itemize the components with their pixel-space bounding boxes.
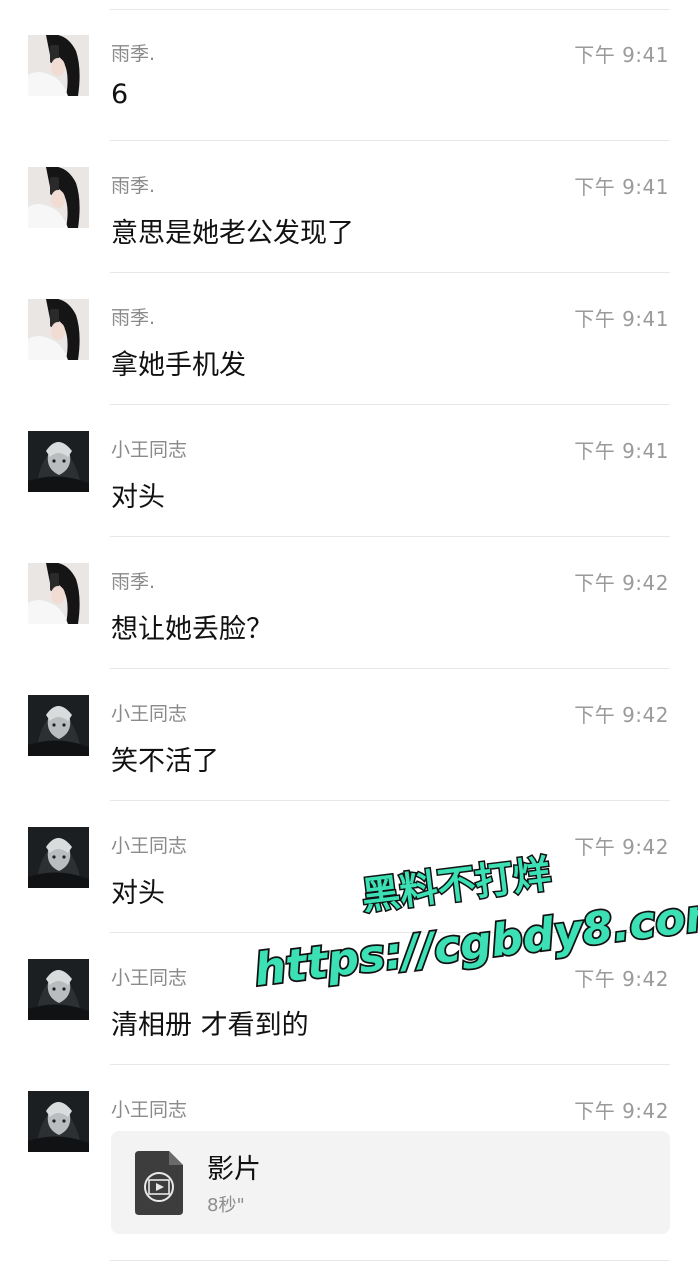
- message-text: 6: [111, 79, 129, 110]
- sender-name: 雨季.: [111, 43, 156, 65]
- sender-name: 小王同志: [111, 967, 188, 989]
- hood-avatar-icon: [28, 1091, 89, 1152]
- message-row[interactable]: 雨季. 下午 9:41 6: [0, 9, 698, 141]
- avatar[interactable]: [28, 431, 89, 492]
- avatar[interactable]: [28, 299, 89, 360]
- hood-avatar-icon: [28, 431, 89, 492]
- message-row[interactable]: 小王同志 下午 9:42 清相册 才看到的: [0, 933, 698, 1065]
- girl-avatar-icon: [28, 563, 89, 624]
- sender-name: 雨季.: [111, 175, 156, 197]
- hood-avatar-icon: [28, 827, 89, 888]
- message-time: 下午 9:42: [574, 967, 669, 991]
- message-text: 对头: [111, 878, 165, 909]
- message-text: 拿她手机发: [111, 350, 246, 381]
- message-time: 下午 9:42: [574, 835, 669, 859]
- message-row[interactable]: 小王同志 下午 9:42 对头: [0, 801, 698, 933]
- message-text: 笑不活了: [111, 746, 219, 777]
- message-text: 清相册 才看到的: [111, 1010, 309, 1041]
- message-row-file[interactable]: 小王同志 下午 9:42 影片 8秒": [0, 1065, 698, 1261]
- avatar[interactable]: [28, 959, 89, 1020]
- sender-name: 小王同志: [111, 439, 188, 461]
- message-text: 意思是她老公发现了: [111, 218, 354, 249]
- avatar[interactable]: [28, 695, 89, 756]
- message-row[interactable]: 雨季. 下午 9:41 意思是她老公发现了: [0, 141, 698, 273]
- hood-avatar-icon: [28, 959, 89, 1020]
- hood-avatar-icon: [28, 695, 89, 756]
- sender-name: 小王同志: [111, 703, 188, 725]
- message-text: 对头: [111, 482, 165, 513]
- file-duration: 8秒": [207, 1195, 245, 1216]
- message-time: 下午 9:42: [574, 703, 669, 727]
- message-row[interactable]: 小王同志 下午 9:42 笑不活了: [0, 669, 698, 801]
- sender-name: 小王同志: [111, 835, 188, 857]
- message-time: 下午 9:41: [574, 439, 669, 463]
- message-time: 下午 9:41: [574, 175, 669, 199]
- girl-avatar-icon: [28, 167, 89, 228]
- file-title: 影片: [207, 1154, 261, 1185]
- sender-name: 雨季.: [111, 307, 156, 329]
- girl-avatar-icon: [28, 35, 89, 96]
- message-text: 想让她丢脸？: [111, 614, 273, 645]
- message-time: 下午 9:42: [574, 1099, 669, 1123]
- sender-name: 雨季.: [111, 571, 156, 593]
- video-file-icon: [135, 1151, 183, 1215]
- avatar[interactable]: [28, 827, 89, 888]
- avatar[interactable]: [28, 563, 89, 624]
- avatar[interactable]: [28, 167, 89, 228]
- video-file-card[interactable]: 影片 8秒": [111, 1131, 670, 1234]
- divider: [110, 1260, 670, 1261]
- message-row[interactable]: 雨季. 下午 9:41 拿她手机发: [0, 273, 698, 405]
- message-time: 下午 9:41: [574, 43, 669, 67]
- girl-avatar-icon: [28, 299, 89, 360]
- message-row[interactable]: 雨季. 下午 9:42 想让她丢脸？: [0, 537, 698, 669]
- avatar[interactable]: [28, 1091, 89, 1152]
- avatar[interactable]: [28, 35, 89, 96]
- message-time: 下午 9:41: [574, 307, 669, 331]
- message-row[interactable]: 小王同志 下午 9:41 对头: [0, 405, 698, 537]
- message-time: 下午 9:42: [574, 571, 669, 595]
- sender-name: 小王同志: [111, 1099, 188, 1121]
